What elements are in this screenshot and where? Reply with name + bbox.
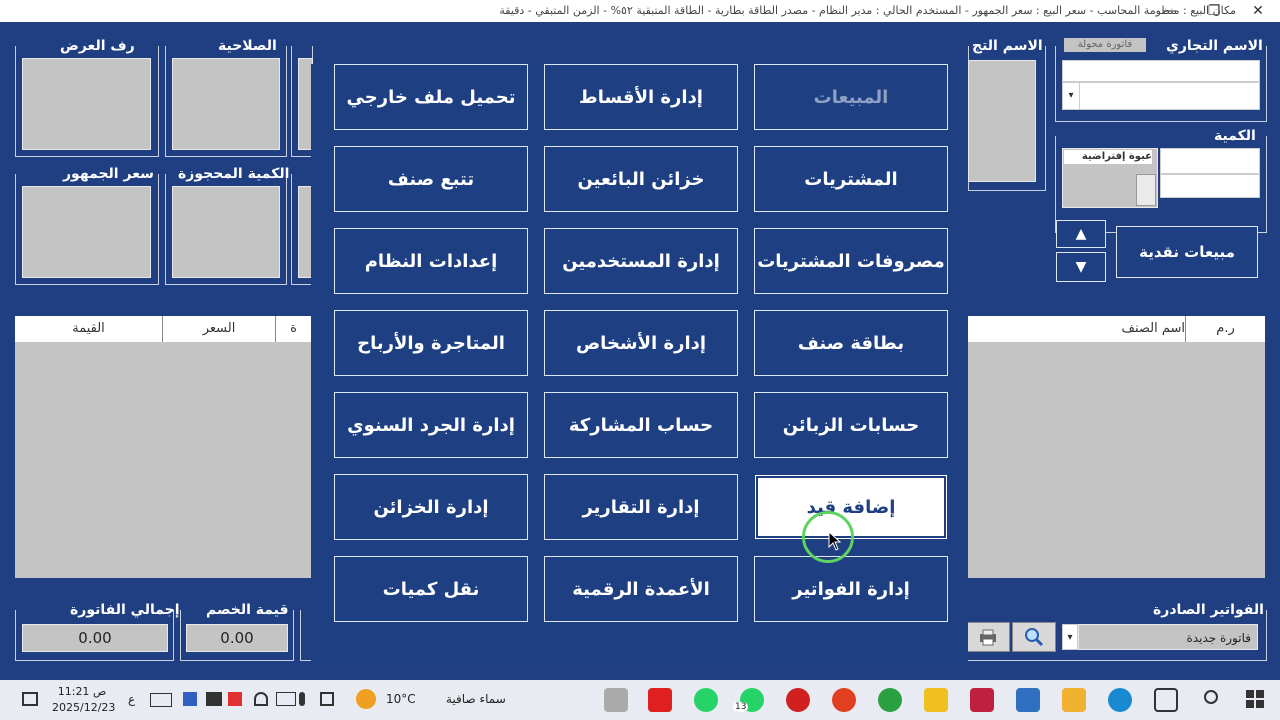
expiry-label: الصلاحية [218,38,277,54]
trade-name-label: الاسم التجاري [1166,38,1263,54]
menu-seller-safes-button[interactable]: خزائن البائعين [544,146,738,212]
trade-name-partial-field [968,60,1036,182]
microphone-icon[interactable] [299,692,305,706]
expiry-field[interactable] [172,58,280,150]
printer-icon[interactable] [966,622,1010,652]
col-partial[interactable]: ة [276,316,311,342]
menu-trading-profits-button[interactable]: المتاجرة والأرباح [334,310,528,376]
menu-customer-accounts-button[interactable]: حسابات الزبائن [754,392,948,458]
public-price-field[interactable] [22,186,151,278]
menu-purchase-expenses-button[interactable]: مصروفات المشتريات [754,228,948,294]
moon-icon[interactable] [356,689,376,709]
offer-price-field[interactable] [22,58,151,150]
keyboard-icon[interactable] [150,693,172,707]
menu-track-item-button[interactable]: تتبع صنف [334,146,528,212]
whatsapp-icon[interactable] [694,688,718,712]
record-icon[interactable] [786,688,810,712]
menu-safes-button[interactable]: إدارة الخزائن [334,474,528,540]
task-view-icon[interactable] [1154,688,1178,712]
cash-sales-button[interactable]: مبيعات نقدية [1116,226,1258,278]
notes-icon[interactable] [924,688,948,712]
menu-numeric-columns-button[interactable]: الأعمدة الرقمية [544,556,738,622]
menu-system-settings-button[interactable]: إعدادات النظام [334,228,528,294]
col-price[interactable]: السعر [163,316,276,342]
weather-text: سماء صافية [446,692,506,706]
close-icon[interactable]: ✕ [1236,0,1280,22]
default-pack-check[interactable]: عبوة إفتراضية [1064,150,1152,164]
menu-partnership-account-button[interactable]: حساب المشاركة [544,392,738,458]
reserved-qty-field[interactable] [172,186,280,278]
menu-persons-button[interactable]: إدارة الأشخاص [544,310,738,376]
issued-invoice-select[interactable]: فاتورة جديدة [1078,624,1258,650]
invoice-total-label: إجمالي الفاتورة [70,602,180,618]
battery-icon[interactable] [276,692,296,706]
file-explorer-icon[interactable] [1062,688,1086,712]
public-price-label: سعر الجمهور [63,166,154,182]
language-indicator[interactable]: ع [128,692,135,706]
edge-icon[interactable] [1108,688,1132,712]
taskbar: 11:21 ص 2025/12/23 ع 10°C سماء صافية 13 [0,680,1280,720]
col-value[interactable]: القيمة [15,316,163,342]
notification-icon[interactable] [22,692,38,706]
temperature: 10°C [386,692,416,706]
chevron-down-icon[interactable]: ▾ [1062,624,1078,650]
chrome-2-icon[interactable] [878,688,902,712]
reserved-qty-label: الكمية المحجوزة [178,166,290,182]
grid-body-right[interactable] [968,342,1265,578]
issued-invoices-label: الفواتير الصادرة [1153,602,1264,618]
discount-label: قيمة الخصم [206,602,289,618]
quantity-input-2[interactable] [1160,174,1260,198]
down-arrow-button[interactable]: ▼ [1056,252,1106,282]
window-title: مكان البيع : منظومة المحاسب - سعر البيع … [499,4,1236,17]
tray-app-icon[interactable] [183,692,197,706]
grid-header-left: القيمة السعر ة [15,316,311,342]
quantity-label: الكمية [1214,128,1256,144]
app-icon-3[interactable] [970,688,994,712]
offer-price-label: رف العرض [60,38,135,54]
main-menu-panel: المبيعات إدارة الأقساط تحميل ملف خارجي ا… [311,64,968,662]
col-serial[interactable]: ر.م [1186,316,1265,342]
chevron-down-icon[interactable]: ▾ [1062,82,1080,110]
up-arrow-button[interactable]: ▲ [1056,220,1106,248]
wifi-icon[interactable] [254,692,268,706]
mouse-cursor-icon [828,531,842,551]
menu-sales-button[interactable]: المبيعات [754,64,948,130]
quantity-input-1[interactable] [1160,148,1260,174]
speaker-icon[interactable] [320,692,334,706]
tray-app-3-icon[interactable] [228,692,242,706]
grid-header-right: اسم الصنف ر.م [968,316,1265,342]
discount-value[interactable]: 0.00 [186,624,288,652]
menu-item-card-button[interactable]: بطاقة صنف [754,310,948,376]
app-icon-1[interactable] [604,688,628,712]
transferred-invoice-check[interactable]: فاتورة محولة [1064,38,1146,52]
grid-body-left[interactable] [15,342,311,578]
app-window: رف العرض الصلاحية سعر الجمهور الكمية الم… [0,22,1280,680]
menu-annual-inventory-button[interactable]: إدارة الجرد السنوي [334,392,528,458]
chrome-icon[interactable] [832,688,856,712]
trade-name-top-input[interactable] [1062,60,1260,82]
col-item-name[interactable]: اسم الصنف [968,316,1186,342]
search-icon[interactable] [1012,622,1056,652]
menu-installments-button[interactable]: إدارة الأقساط [544,64,738,130]
windows-start-icon[interactable] [1246,690,1264,708]
menu-reports-button[interactable]: إدارة التقارير [544,474,738,540]
calculator-app-icon[interactable] [1016,688,1040,712]
invoice-total-value: 0.00 [22,624,168,652]
clock-date: 2025/12/23 [52,701,116,714]
menu-invoices-button[interactable]: إدارة الفواتير [754,556,948,622]
menu-transfer-quantities-button[interactable]: نقل كميات [334,556,528,622]
app-icon-2[interactable] [648,688,672,712]
menu-purchases-button[interactable]: المشتريات [754,146,948,212]
badge-count: 13 [733,702,749,712]
menu-load-external-file-button[interactable]: تحميل ملف خارجي [334,64,528,130]
clock[interactable]: 11:21 ص 2025/12/23 [52,684,116,716]
trade-name-partial-label: الاسم التج [972,38,1043,54]
title-bar: ✕ ❐ — مكان البيع : منظومة المحاسب - سعر … [0,0,1280,22]
tray-app-2-icon[interactable] [206,692,222,706]
search-taskbar-icon[interactable] [1204,690,1218,704]
menu-users-button[interactable]: إدارة المستخدمين [544,228,738,294]
trade-name-input[interactable] [1062,82,1260,110]
calculator-icon[interactable] [1136,174,1156,206]
clock-time: 11:21 ص [57,685,107,698]
